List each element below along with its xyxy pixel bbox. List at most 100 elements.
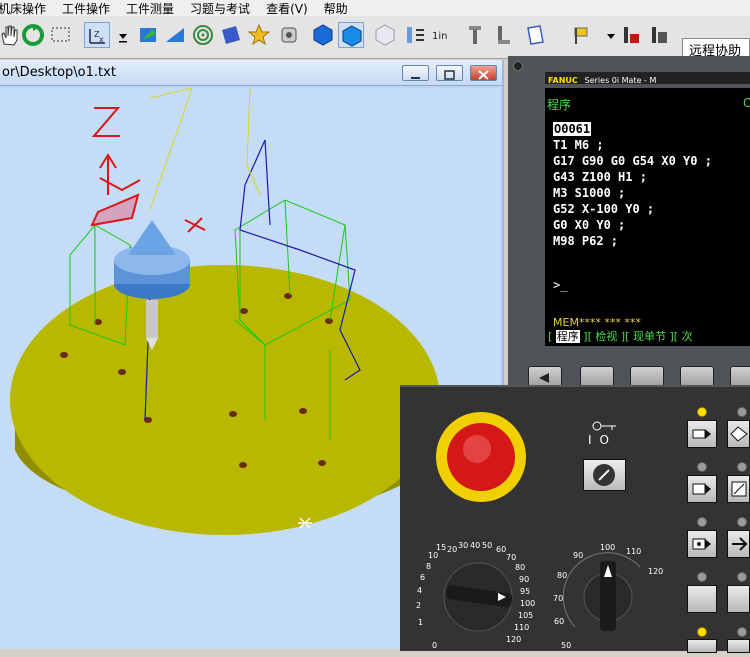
- softkey-check[interactable]: 检视: [595, 330, 617, 343]
- dropdown-icon[interactable]: [110, 22, 127, 48]
- dnc-mode-button[interactable]: [687, 530, 717, 558]
- soft-key-row: [ 程序 ][ 检视 ][ 现单节 ][ 次: [548, 330, 693, 343]
- panel-button[interactable]: [727, 585, 750, 613]
- program-line: M98 P62 ;: [553, 234, 619, 248]
- spindle-dial-label: 80: [557, 571, 568, 580]
- feed-dial-label: 40: [470, 541, 481, 550]
- fanuc-model: Series 0: [584, 76, 617, 85]
- bolt: [513, 61, 523, 71]
- feed-dial-label: 110: [514, 623, 530, 632]
- maximize-button[interactable]: [436, 65, 463, 81]
- key-switch[interactable]: [583, 459, 626, 491]
- estop-hitbox[interactable]: [436, 412, 526, 502]
- spindle-dial-label: 120: [648, 567, 664, 576]
- indicator-led: [697, 407, 707, 417]
- feed-dial-label: 120: [506, 635, 522, 644]
- inch-metric-icon[interactable]: 1in: [430, 22, 456, 48]
- menu-workpiece-ops[interactable]: 工件操作: [54, 0, 118, 17]
- svg-text:1in: 1in: [432, 31, 447, 42]
- panel-button[interactable]: [687, 639, 717, 653]
- feed-dial-label: 2: [416, 601, 422, 610]
- indicator-led: [737, 572, 747, 582]
- panel-button[interactable]: [687, 585, 717, 613]
- cube-blue2-icon[interactable]: [338, 22, 364, 48]
- program-line: G0 X0 Y0 ;: [553, 218, 626, 232]
- operator-panel: IO 0 1 2 4 6 8 10 15 20 30 40 50 60 70 8…: [400, 385, 750, 653]
- cube-blue-icon[interactable]: [310, 22, 336, 48]
- key-switch-on: I: [588, 433, 600, 447]
- single-block-button[interactable]: [727, 475, 750, 503]
- notebook-icon[interactable]: [522, 22, 548, 48]
- rotary-table-top: [10, 265, 440, 535]
- feed-dial-hitbox[interactable]: [444, 563, 512, 631]
- tool-icon[interactable]: [462, 22, 488, 48]
- key-switch-off: O: [599, 433, 617, 447]
- auto-mode-button[interactable]: [727, 420, 750, 448]
- spindle-dial-label: 90: [573, 551, 584, 560]
- panel-button[interactable]: [727, 639, 750, 653]
- dropdown-icon[interactable]: [598, 22, 615, 48]
- book-icon[interactable]: [218, 22, 244, 48]
- zoom-axis-icon[interactable]: Zx: [84, 22, 110, 48]
- menu-bar: 机床操作 工件操作 工件测量 习题与考试 查看(V) 帮助: [0, 0, 750, 16]
- record-icon[interactable]: [618, 22, 644, 48]
- tool2-icon[interactable]: [490, 22, 516, 48]
- menu-exercises-exam[interactable]: 习题与考试: [182, 0, 258, 17]
- program-line: G17 G90 G0 G54 X0 Y0 ;: [553, 154, 712, 168]
- feed-dial-label: 20: [447, 545, 458, 554]
- refresh-icon[interactable]: [20, 22, 46, 48]
- window-title: or\Desktop\o1.txt: [2, 65, 116, 80]
- feed-dial-label: 105: [518, 611, 534, 620]
- indicator-led: [737, 517, 747, 527]
- indicator-led: [737, 407, 747, 417]
- spindle-dial-hitbox[interactable]: [584, 573, 632, 621]
- edit-mode-button[interactable]: [687, 420, 717, 448]
- star-icon[interactable]: [246, 22, 272, 48]
- skip-button[interactable]: [727, 530, 750, 558]
- close-button[interactable]: [470, 65, 497, 81]
- flag-icon[interactable]: [570, 22, 596, 48]
- window-title-bar: or\Desktop\o1.txt: [0, 60, 502, 86]
- select-box-icon[interactable]: [48, 22, 74, 48]
- indicator-led: [697, 627, 707, 637]
- spiral-icon[interactable]: [190, 22, 216, 48]
- spindle-dial-label: 110: [626, 547, 642, 556]
- indicator-led: [697, 517, 707, 527]
- feed-dial-label: 90: [519, 575, 530, 584]
- softkey-current-block[interactable]: 现单节: [633, 330, 666, 343]
- view-plane-icon[interactable]: [162, 22, 188, 48]
- svg-text:x: x: [99, 35, 104, 44]
- program-line: G43 Z100 H1 ;: [553, 170, 647, 184]
- cnc-screen: 程序 O O0061 T1 M6 ; G17 G90 G0 G54 X0 Y0 …: [545, 88, 750, 346]
- view-iso-icon[interactable]: [136, 22, 162, 48]
- wrench-icon[interactable]: [276, 22, 302, 48]
- feed-dial-label: 80: [515, 563, 526, 572]
- feed-dial-label: 70: [506, 553, 517, 562]
- feed-dial-label: 30: [458, 541, 469, 550]
- fanuc-header: FANUC Series 0i Mate - M: [545, 72, 750, 85]
- feed-dial-label: 6: [420, 573, 426, 582]
- toolbar: Zx 1in 远程协助: [0, 16, 750, 66]
- mdi-mode-button[interactable]: [687, 475, 717, 503]
- feed-dial-label: 60: [496, 545, 507, 554]
- minimize-button[interactable]: [402, 65, 429, 81]
- cube-white-icon[interactable]: [372, 22, 398, 48]
- spindle-dial-label: 60: [554, 617, 565, 626]
- softkey-program[interactable]: 程序: [555, 330, 580, 343]
- fanuc-model-suffix: i Mate - M: [616, 76, 657, 85]
- menu-machine-ops[interactable]: 机床操作: [0, 0, 54, 17]
- save-icon[interactable]: [646, 22, 672, 48]
- arrows-icon[interactable]: [402, 22, 428, 48]
- menu-help[interactable]: 帮助: [316, 0, 356, 17]
- feed-dial-label: 50: [482, 541, 493, 550]
- feed-dial-label: 4: [417, 586, 423, 595]
- screen-title: 程序: [547, 98, 572, 112]
- spindle-dial-label: 100: [600, 543, 616, 552]
- feed-dial-label: 15: [436, 543, 447, 552]
- hand-icon[interactable]: [0, 22, 22, 48]
- feed-dial-label: 8: [426, 562, 432, 571]
- menu-view[interactable]: 查看(V): [258, 0, 316, 17]
- menu-workpiece-measure[interactable]: 工件测量: [118, 0, 182, 17]
- softkey-next[interactable]: 次: [682, 330, 693, 343]
- feed-dial-label: 1: [418, 618, 424, 627]
